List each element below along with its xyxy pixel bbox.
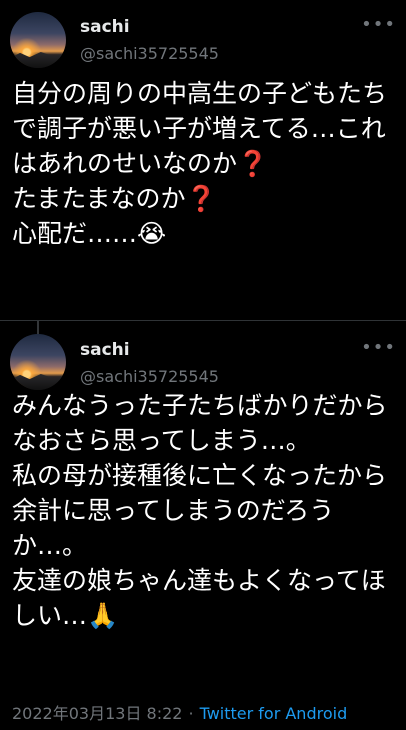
tweet-meta: 2022年03月13日 8:22 · Twitter for Android: [12, 700, 347, 724]
display-name[interactable]: sachi: [80, 340, 130, 360]
separator: ·: [188, 704, 194, 723]
source-link[interactable]: Twitter for Android: [200, 704, 348, 723]
tweet-2[interactable]: sachi @sachi35725545 ••• みんなうった子たちばかりだから…: [0, 334, 406, 730]
tweet-text: 自分の周りの中高生の子どもたちで調子が悪い子が増えてる…これはあれのせいなのか❓…: [12, 79, 388, 248]
avatar[interactable]: [10, 334, 66, 390]
timestamp[interactable]: 2022年03月13日 8:22: [12, 704, 182, 723]
tweet-1[interactable]: sachi @sachi35725545 ••• 自分の周りの中高生の子どもたち…: [0, 0, 406, 320]
divider: [0, 320, 406, 321]
user-handle[interactable]: @sachi35725545: [80, 44, 219, 63]
thread-connector: [37, 320, 39, 334]
user-handle[interactable]: @sachi35725545: [80, 367, 219, 386]
more-icon[interactable]: •••: [361, 337, 396, 358]
display-name[interactable]: sachi: [80, 17, 130, 37]
tweet-text: みんなうった子たちばかりだからなおさら思ってしまう…。 私の母が接種後に亡くなっ…: [12, 391, 388, 630]
avatar[interactable]: [10, 12, 66, 68]
more-icon[interactable]: •••: [361, 14, 396, 35]
